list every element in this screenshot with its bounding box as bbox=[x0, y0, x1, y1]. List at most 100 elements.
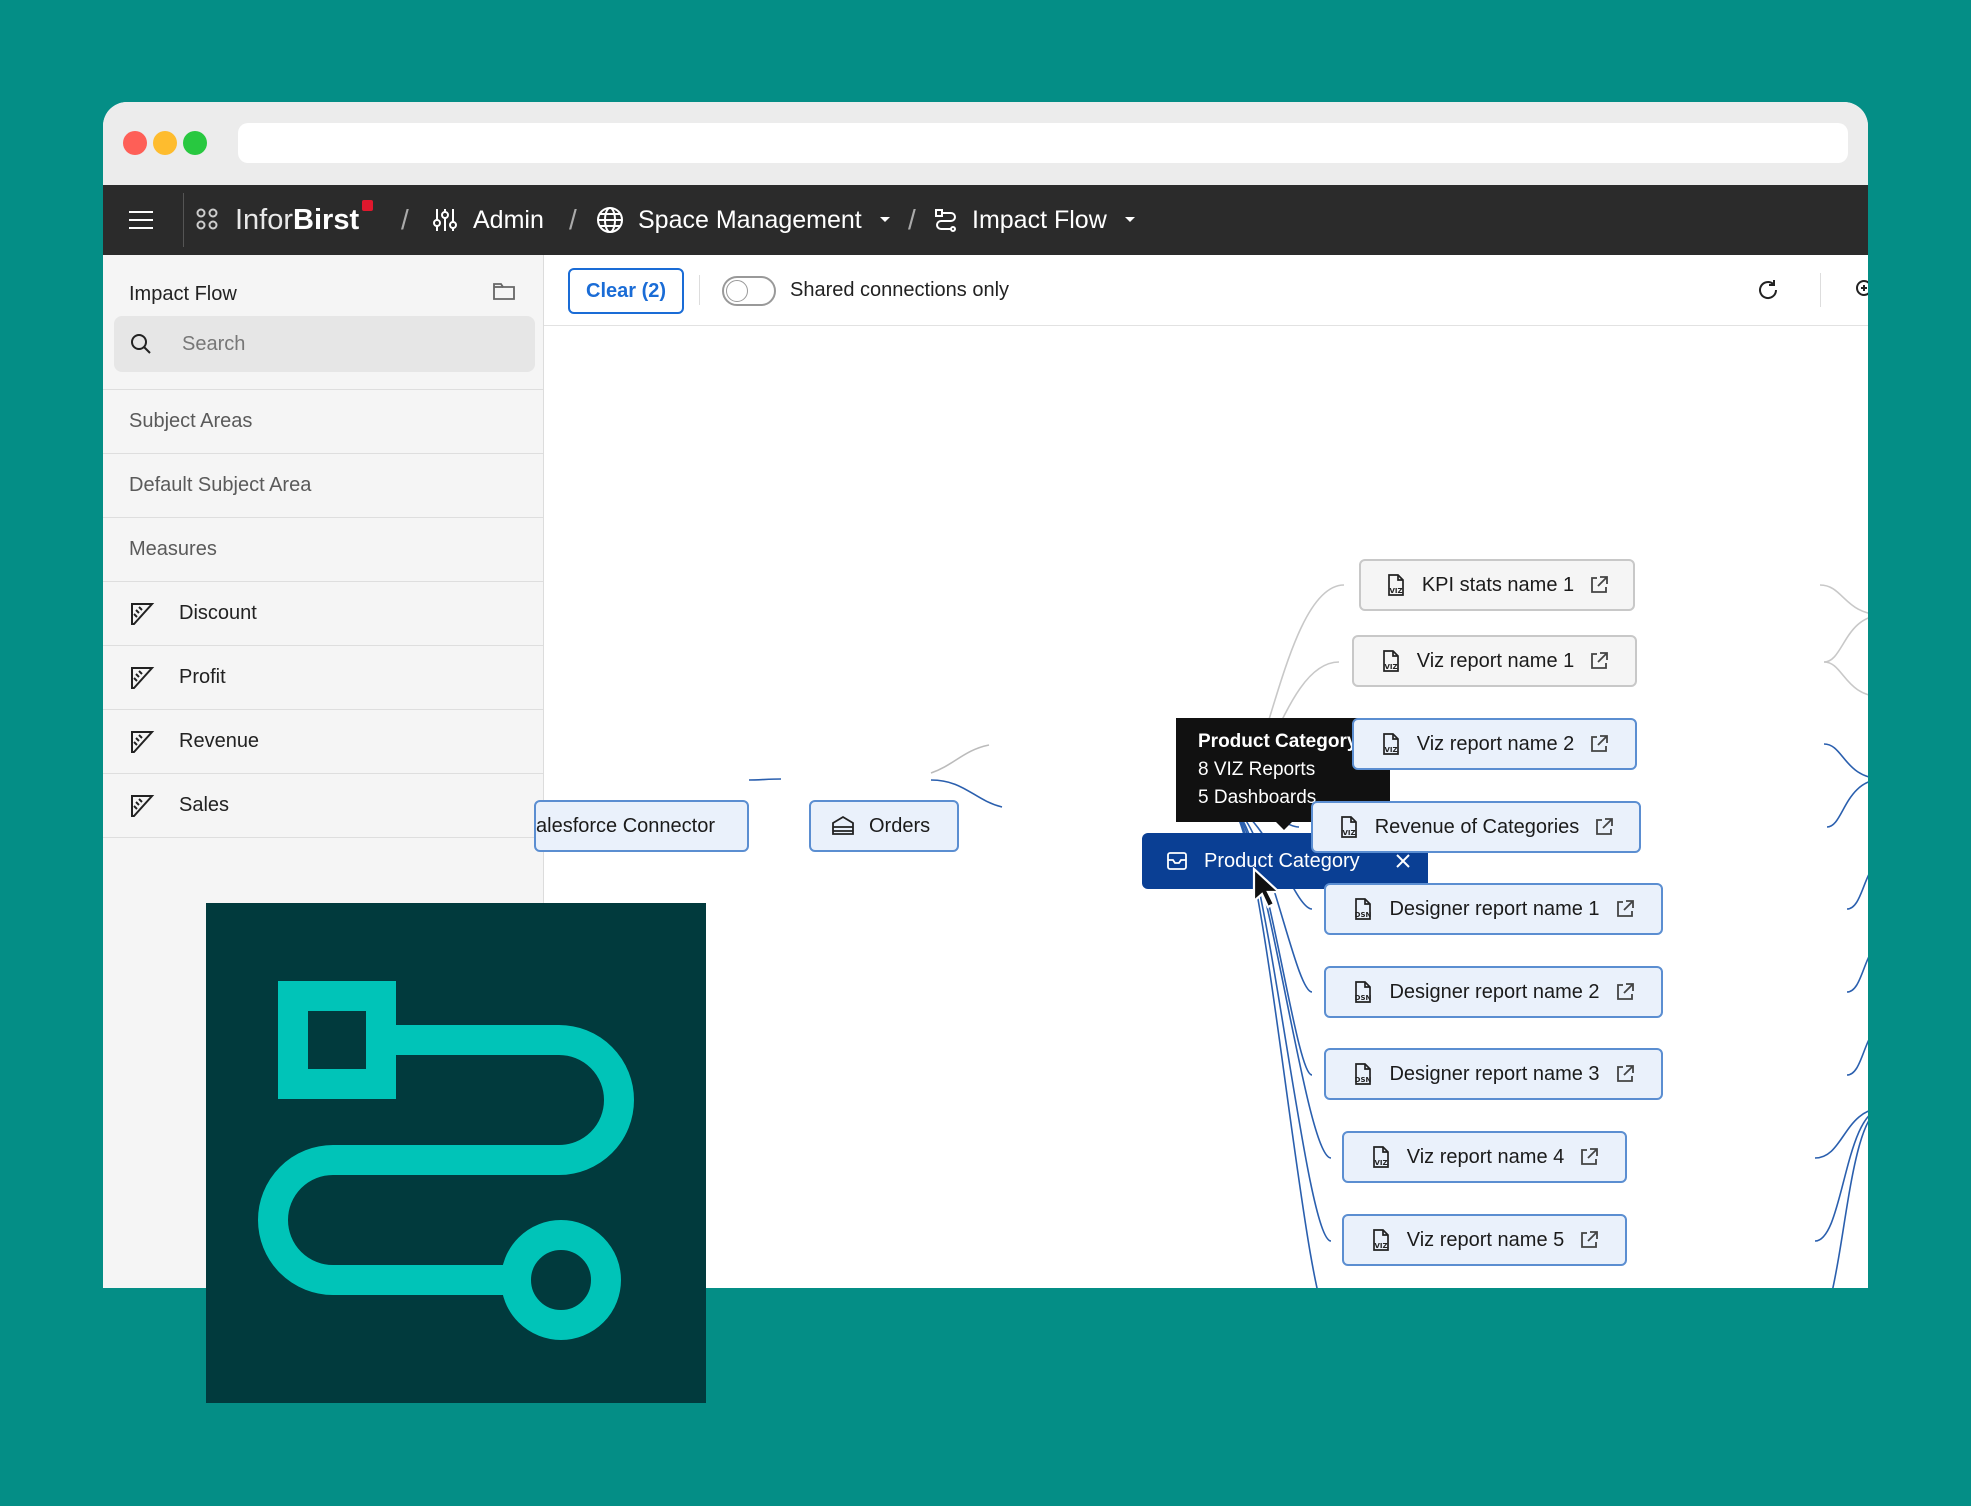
impact-flow-logo bbox=[206, 903, 706, 1403]
external-link-icon[interactable] bbox=[1614, 981, 1636, 1003]
measure-icon bbox=[131, 666, 155, 689]
report-node[interactable]: DSN Designer report name 2 bbox=[1324, 966, 1663, 1018]
external-link-icon[interactable] bbox=[1578, 1229, 1600, 1251]
flow-logo-icon bbox=[258, 981, 634, 1340]
svg-text:VIZ: VIZ bbox=[1384, 663, 1397, 671]
external-link-icon[interactable] bbox=[1588, 733, 1610, 755]
tooltip-line: 8 VIZ Reports bbox=[1198, 759, 1316, 780]
svg-text:VIZ: VIZ bbox=[1374, 1159, 1387, 1167]
viz-report-icon: VIZ bbox=[1387, 574, 1404, 596]
source-node-salesforce[interactable]: alesforce Connector bbox=[534, 800, 749, 852]
breadcrumb-label: Admin bbox=[473, 205, 544, 234]
mouse-cursor-icon bbox=[1252, 867, 1282, 909]
browser-chrome bbox=[103, 102, 1868, 185]
dataset-icon bbox=[1167, 852, 1187, 870]
viz-report-icon: VIZ bbox=[1372, 1229, 1389, 1251]
close-dot[interactable] bbox=[123, 131, 147, 155]
report-node[interactable]: VIZ Viz report name 4 bbox=[1342, 1131, 1627, 1183]
report-node[interactable]: VIZ Revenue of Categories bbox=[1311, 801, 1641, 853]
measure-sales[interactable]: Sales bbox=[103, 774, 543, 838]
svg-text:VIZ: VIZ bbox=[1342, 829, 1355, 837]
app-launcher-icon[interactable] bbox=[195, 185, 221, 255]
globe-icon bbox=[597, 207, 623, 233]
source-node-orders[interactable]: Orders bbox=[809, 800, 959, 852]
viz-report-icon: VIZ bbox=[1382, 733, 1399, 755]
report-label: Viz report name 4 bbox=[1406, 1145, 1565, 1168]
report-node[interactable]: VIZ KPI stats name 1 bbox=[1359, 559, 1635, 611]
report-label: KPI stats name 1 bbox=[1421, 573, 1575, 596]
viz-report-icon: VIZ bbox=[1340, 816, 1357, 838]
measure-icon bbox=[131, 794, 155, 817]
report-label: Viz report name 2 bbox=[1416, 732, 1575, 755]
breadcrumb-space-management[interactable]: Space Management bbox=[596, 185, 892, 255]
designer-report-icon: DSN bbox=[1355, 898, 1372, 920]
app-header: Infor Birst / Admin / Space Management / … bbox=[103, 185, 1868, 255]
designer-report-icon: DSN bbox=[1355, 981, 1372, 1003]
measure-label: Revenue bbox=[179, 730, 260, 752]
external-link-icon[interactable] bbox=[1578, 1146, 1600, 1168]
svg-text:DSN: DSN bbox=[1355, 1076, 1372, 1084]
measure-profit[interactable]: Profit bbox=[103, 646, 543, 710]
node-label: Orders bbox=[869, 814, 931, 837]
section-default-subject-area[interactable]: Default Subject Area bbox=[103, 454, 543, 518]
table-stack-icon bbox=[832, 815, 854, 835]
svg-text:VIZ: VIZ bbox=[1384, 746, 1397, 754]
report-label: Designer report name 3 bbox=[1389, 1062, 1600, 1085]
minimize-dot[interactable] bbox=[153, 131, 177, 155]
tooltip-title: Product Category bbox=[1198, 731, 1358, 752]
external-link-icon[interactable] bbox=[1588, 650, 1610, 672]
measure-icon bbox=[131, 602, 155, 625]
report-label: Designer report name 2 bbox=[1389, 980, 1600, 1003]
caret-down-icon bbox=[879, 217, 890, 222]
maximize-dot[interactable] bbox=[183, 131, 207, 155]
designer-report-icon: DSN bbox=[1355, 1063, 1372, 1085]
report-label: Designer report name 1 bbox=[1389, 897, 1600, 920]
search-icon bbox=[131, 334, 151, 354]
external-link-icon[interactable] bbox=[1614, 1063, 1636, 1085]
breadcrumb-impact-flow[interactable]: Impact Flow bbox=[934, 185, 1137, 255]
external-link-icon[interactable] bbox=[1588, 574, 1610, 596]
breadcrumb-label: Impact Flow bbox=[972, 205, 1107, 234]
folder-icon[interactable] bbox=[493, 281, 515, 306]
measure-revenue[interactable]: Revenue bbox=[103, 710, 543, 774]
close-icon[interactable] bbox=[1394, 852, 1412, 870]
search-placeholder: Search bbox=[182, 332, 246, 355]
svg-text:VIZ: VIZ bbox=[1374, 1242, 1387, 1250]
breadcrumb-label: Space Management bbox=[638, 205, 862, 234]
flow-canvas[interactable]: Clear (2) Shared connections only alesfo… bbox=[534, 255, 1868, 1288]
svg-text:DSN: DSN bbox=[1355, 994, 1372, 1002]
section-measures[interactable]: Measures bbox=[103, 518, 543, 582]
search-field[interactable]: Search bbox=[114, 316, 535, 372]
flow-icon bbox=[935, 209, 956, 232]
viz-report-icon: VIZ bbox=[1382, 650, 1399, 672]
node-label: alesforce Connector bbox=[536, 814, 715, 837]
report-label: Revenue of Categories bbox=[1374, 815, 1580, 838]
report-node[interactable]: VIZ Viz report name 5 bbox=[1342, 1214, 1627, 1266]
breadcrumb-separator: / bbox=[908, 204, 916, 235]
report-node[interactable]: VIZ Viz report name 2 bbox=[1352, 718, 1637, 770]
report-node[interactable]: DSN Designer report name 3 bbox=[1324, 1048, 1663, 1100]
viz-report-icon: VIZ bbox=[1372, 1146, 1389, 1168]
measure-label: Discount bbox=[179, 602, 257, 624]
sliders-icon bbox=[433, 209, 457, 231]
address-bar[interactable] bbox=[238, 123, 1848, 163]
svg-text:VIZ: VIZ bbox=[1389, 587, 1402, 595]
external-link-icon[interactable] bbox=[1614, 898, 1636, 920]
brand-logo: Infor Birst bbox=[235, 185, 374, 255]
sidebar-title: Impact Flow bbox=[129, 283, 237, 305]
breadcrumb-separator: / bbox=[569, 204, 577, 235]
breadcrumb-admin[interactable]: Admin bbox=[431, 185, 544, 255]
hamburger-menu-icon[interactable] bbox=[129, 185, 153, 255]
report-node[interactable]: DSN Designer report name 1 bbox=[1324, 883, 1663, 935]
caret-down-icon bbox=[1124, 217, 1135, 222]
report-label: Viz report name 1 bbox=[1416, 649, 1575, 672]
report-label: Viz report name 5 bbox=[1406, 1228, 1565, 1251]
breadcrumb-separator: / bbox=[401, 204, 409, 235]
external-link-icon[interactable] bbox=[1593, 816, 1615, 838]
measure-discount[interactable]: Discount bbox=[103, 582, 543, 646]
svg-text:DSN: DSN bbox=[1355, 911, 1372, 919]
measure-label: Profit bbox=[179, 666, 226, 688]
measure-icon bbox=[131, 730, 155, 753]
report-node[interactable]: VIZ Viz report name 1 bbox=[1352, 635, 1637, 687]
section-subject-areas[interactable]: Subject Areas bbox=[103, 390, 543, 454]
